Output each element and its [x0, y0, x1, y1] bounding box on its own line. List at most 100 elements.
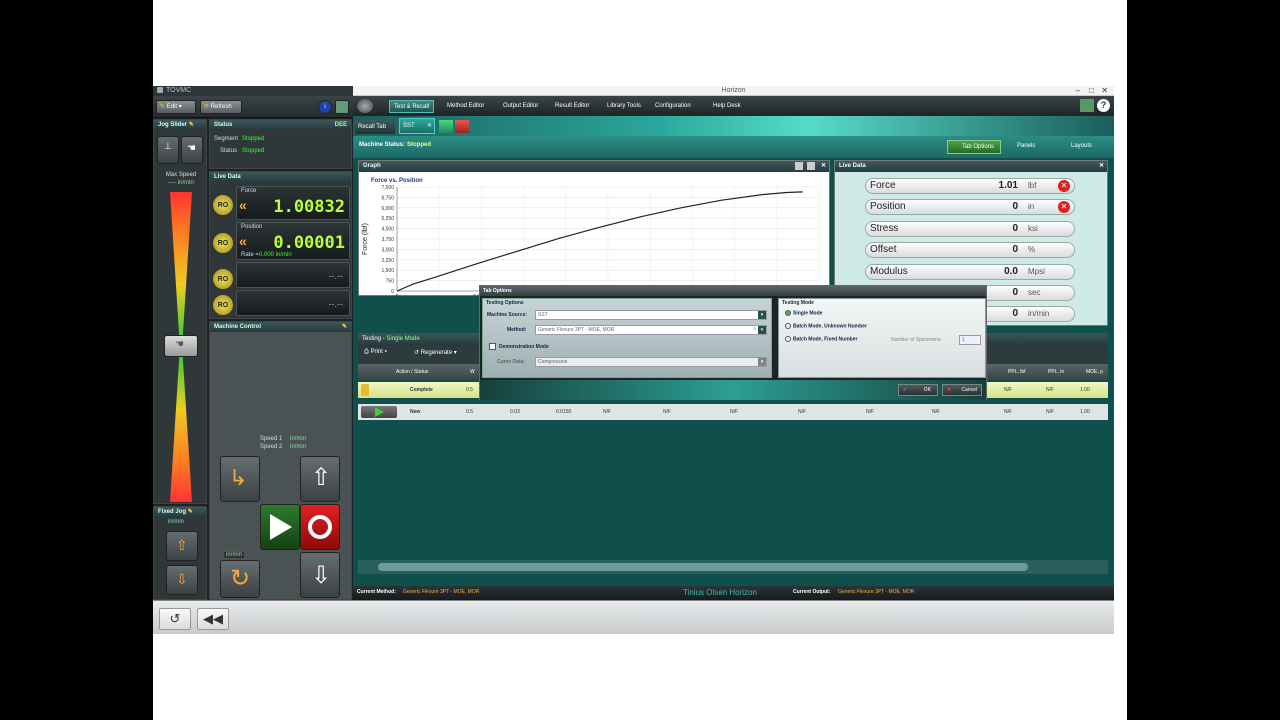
curve-data-label: Curve Data: — [497, 359, 526, 365]
force-readout-label: Force — [241, 188, 257, 194]
readout-select-button-force[interactable]: RO — [212, 194, 234, 216]
col-ppl-lbf: PPL, lbf — [1008, 369, 1026, 375]
return-to-start-button[interactable]: ↳ — [220, 456, 260, 502]
readout-3: --.-- — [236, 262, 350, 288]
live-row-force: Force 1.01 lbf ✕ — [865, 178, 1075, 194]
start-test-button[interactable] — [260, 504, 300, 550]
readout-select-button-position[interactable]: RO — [212, 232, 234, 254]
info-button[interactable]: i — [318, 100, 332, 114]
crosshead-up-button[interactable]: ⇧ — [300, 456, 340, 502]
jog-hand-button[interactable]: ☚ — [181, 136, 203, 164]
status-header: Status DEE — [210, 120, 351, 130]
offset-unit: % — [1028, 245, 1036, 254]
scrollbar-thumb[interactable] — [378, 563, 1028, 571]
tab-result-editor[interactable]: Result Editor — [551, 100, 593, 113]
minimize-icon[interactable]: – — [1076, 86, 1080, 96]
toggle-panel-icon[interactable] — [1080, 99, 1094, 112]
test-tab-label: SST — [403, 123, 415, 129]
cancel-label: Cancel — [961, 387, 977, 393]
app-orb-button[interactable] — [357, 99, 373, 113]
num-specimens-input[interactable]: 1 — [959, 335, 981, 345]
jog-slider-handle[interactable]: ☚ — [164, 335, 198, 357]
return-arrow-icon: ↳ — [229, 465, 248, 490]
readout-4: --.-- — [236, 290, 350, 316]
curve-data-select[interactable]: Compression ▾ — [535, 357, 767, 367]
col-action-status: Action / Status — [396, 369, 429, 375]
jog-up-button[interactable]: ⊥ — [157, 136, 179, 164]
recall-tab[interactable]: Recall Tab — [355, 120, 395, 134]
method-select[interactable]: Generic Flexure 3PT - MOE, MOR ⌕ ▾ — [535, 325, 767, 335]
rewind-icon: ◀◀ — [203, 611, 223, 626]
reset-button[interactable]: ↻ — [220, 560, 260, 598]
current-method-value: Generic Flexure 3PT - MOE, MOR — [403, 589, 480, 595]
test-tab-sst[interactable]: SST ✕ — [399, 118, 435, 134]
speed2-label: Speed 2 — [260, 444, 283, 450]
print-button[interactable]: ⎙ Print ▾ — [364, 349, 387, 356]
edit-icon[interactable] — [795, 162, 803, 170]
tab-test-recall[interactable]: Test & Recall — [389, 100, 435, 113]
testing-options-group: Testing Options Machine Source: SST ▾ Met… — [482, 298, 772, 378]
offset-value: 0 — [1012, 244, 1018, 255]
tab-output-editor[interactable]: Output Editor — [499, 100, 542, 113]
maximize-icon[interactable]: □ — [1089, 86, 1094, 96]
force-name: Force — [870, 180, 896, 191]
panels-button[interactable]: Panels — [1005, 140, 1051, 154]
clear-force-icon[interactable]: ✕ — [1058, 180, 1070, 192]
arrow-down-icon: ⇩ — [176, 571, 188, 587]
radio-icon — [785, 336, 791, 342]
tab-configuration[interactable]: Configuration — [651, 100, 695, 113]
edit-button[interactable]: ✎ Edit ▾ — [156, 100, 196, 114]
readout-4-value: --.-- — [328, 299, 344, 309]
stop-test-button[interactable] — [300, 504, 340, 550]
tab-options-button[interactable]: Tab Options — [947, 140, 1001, 154]
layouts-button[interactable]: Layouts — [1057, 140, 1109, 154]
machine-source-label: Machine Source: — [487, 312, 528, 318]
radio-single-mode[interactable]: Single Mode — [785, 310, 822, 316]
close-icon[interactable]: ✕ — [821, 161, 826, 172]
run-button[interactable] — [361, 406, 397, 418]
close-icon[interactable]: ✕ — [1101, 86, 1108, 96]
fixed-jog-up-button[interactable]: ⇧ — [166, 531, 198, 561]
rewind-button[interactable]: ◀◀ — [197, 608, 229, 630]
clear-position-icon[interactable]: ✕ — [1058, 201, 1070, 213]
replay-button[interactable]: ↺ — [159, 608, 191, 630]
readout-select-button-3[interactable]: RO — [212, 268, 234, 290]
tab-help-desk[interactable]: Help Desk — [709, 100, 745, 113]
tab-method-editor[interactable]: Method Editor — [443, 100, 488, 113]
crosshead-down-button[interactable]: ⇩ — [300, 552, 340, 598]
horizontal-scrollbar[interactable] — [358, 560, 1108, 574]
dock-button[interactable] — [335, 100, 349, 114]
ok-button[interactable]: ✔ OK — [898, 384, 938, 396]
stress-name: Stress — [870, 223, 899, 234]
add-tab-icon[interactable] — [439, 120, 453, 133]
play-icon — [375, 407, 384, 417]
row-cell: N/F — [730, 409, 739, 415]
radio-batch-fixed[interactable]: Batch Mode, Fixed Number — [785, 336, 857, 342]
demo-mode-checkbox[interactable] — [489, 343, 496, 350]
search-icon[interactable]: ⌕ — [753, 325, 756, 333]
close-icon[interactable]: ✕ — [427, 119, 432, 133]
fixed-jog-down-button[interactable]: ⇩ — [166, 565, 198, 595]
ok-label: OK — [923, 387, 931, 393]
row-status: Complete — [410, 387, 433, 393]
refresh-button[interactable]: ⟳ Refresh — [200, 100, 242, 114]
readout-select-button-4[interactable]: RO — [212, 294, 234, 316]
col-moe: MOE, p — [1086, 369, 1103, 375]
table-row[interactable]: New 0.5 0.03 0.0150 N/F N/F N/F N/F N/F … — [358, 404, 1108, 420]
speed2-unit: in/min — [290, 444, 307, 450]
remove-tab-icon[interactable] — [455, 120, 469, 133]
refresh-label: Refresh — [210, 104, 232, 110]
chart-ylabel: Force (lbf) — [362, 223, 369, 255]
rotate-icon: ↻ — [230, 565, 251, 592]
pencil-icon: ✎ — [188, 122, 194, 128]
menu-icon[interactable] — [807, 162, 815, 170]
close-icon[interactable]: ✕ — [1099, 161, 1104, 172]
help-icon[interactable]: ? — [1097, 99, 1110, 112]
row-status: New — [410, 409, 421, 415]
radio-batch-unknown[interactable]: Batch Mode, Unknown Number — [785, 323, 867, 329]
tab-library-tools[interactable]: Library Tools — [603, 100, 645, 113]
cancel-button[interactable]: ✖ Cancel — [942, 384, 982, 396]
jog-slider-header: Jog Slider ✎ — [154, 120, 206, 130]
machine-source-select[interactable]: SST ▾ — [535, 310, 767, 320]
regenerate-button[interactable]: ↺ Regenerate ▾ — [414, 349, 457, 356]
